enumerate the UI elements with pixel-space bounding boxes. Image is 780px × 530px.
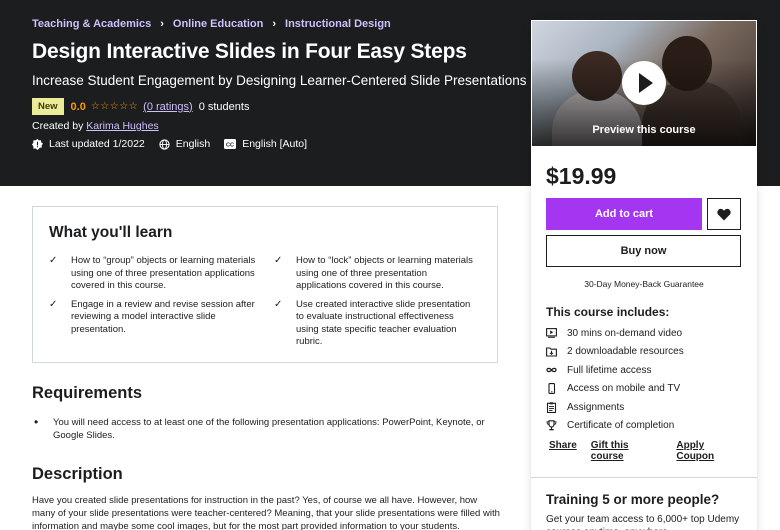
- breadcrumb-item-teaching[interactable]: Teaching & Academics: [32, 18, 151, 30]
- breadcrumb-item-instructional-design[interactable]: Instructional Design: [285, 18, 391, 30]
- learn-item-text: How to “group” objects or learning mater…: [71, 255, 256, 291]
- play-icon[interactable]: [622, 61, 666, 105]
- created-by-label: Created by: [32, 120, 84, 132]
- share-link[interactable]: Share: [549, 440, 577, 462]
- globe-icon: [159, 138, 170, 150]
- infinity-icon: [546, 368, 557, 373]
- captions-text: English [Auto]: [242, 138, 308, 150]
- include-label: Certificate of completion: [567, 420, 675, 432]
- divider: [531, 477, 757, 478]
- include-label: Assignments: [567, 401, 625, 413]
- bullet-icon: •: [34, 415, 39, 429]
- alert-badge-icon: [32, 138, 43, 150]
- chevron-right-icon: ›: [160, 18, 164, 30]
- check-icon: ✓: [274, 298, 283, 310]
- include-label: 30 mins on-demand video: [567, 327, 683, 339]
- check-icon: ✓: [49, 255, 58, 266]
- training-text: Get your team access to 6,000+ top Udemy…: [546, 514, 740, 530]
- learn-item-text: Engage in a review and revise session af…: [71, 298, 255, 335]
- course-price: $19.99: [546, 163, 617, 189]
- description-text: Have you created slide presentations for…: [32, 495, 500, 530]
- check-icon: ✓: [274, 255, 283, 266]
- description-title: Description: [32, 465, 123, 483]
- last-updated: Last updated 1/2022: [32, 138, 145, 150]
- breadcrumb-item-online-education[interactable]: Online Education: [173, 18, 263, 30]
- include-label: 2 downloadable resources: [567, 346, 684, 358]
- purchase-sidebar: Preview this course $19.99 Add to cart B…: [531, 20, 757, 530]
- includes-title: This course includes:: [546, 305, 670, 319]
- rating-value: 0.0: [70, 100, 86, 113]
- star-rating-icon: ☆☆☆☆☆: [90, 101, 139, 112]
- requirement-text: You will need access to at least one of …: [53, 417, 485, 441]
- requirements-title: Requirements: [32, 384, 143, 402]
- check-icon: ✓: [49, 298, 58, 310]
- list-item: ✓ Engage in a review and revise session …: [49, 299, 274, 349]
- instructor-link[interactable]: Karima Hughes: [86, 120, 158, 132]
- closed-captions-icon: CC: [224, 139, 237, 149]
- apply-coupon-link[interactable]: Apply Coupon: [676, 440, 743, 462]
- course-subtitle: Increase Student Engagement by Designing…: [32, 73, 527, 88]
- include-label: Full lifetime access: [567, 364, 652, 376]
- list-item: Full lifetime access: [546, 361, 684, 380]
- assignment-icon: [546, 402, 557, 413]
- list-item: ✓ Use created interactive slide presenta…: [274, 299, 489, 349]
- list-item: 2 downloadable resources: [546, 343, 684, 362]
- gift-course-link[interactable]: Gift this course: [591, 440, 663, 462]
- captions: CC English [Auto]: [224, 138, 307, 150]
- trophy-icon: [546, 420, 557, 431]
- course-meta: Last updated 1/2022 English CC English […: [32, 138, 321, 150]
- list-item: Certificate of completion: [546, 417, 684, 436]
- video-icon: [546, 328, 557, 339]
- list-item: • You will need access to at least one o…: [32, 416, 502, 442]
- list-item: 30 mins on-demand video: [546, 324, 684, 343]
- students-count: 0 students: [198, 100, 250, 113]
- ratings-count-link[interactable]: (0 ratings): [143, 101, 193, 113]
- learn-item-text: Use created interactive slide presentati…: [296, 298, 471, 348]
- money-back-guarantee: 30-Day Money-Back Guarantee: [584, 279, 704, 289]
- svg-text:CC: CC: [226, 142, 234, 148]
- rating-row: New 0.0 ☆☆☆☆☆ (0 ratings) 0 students: [32, 98, 249, 115]
- requirements-list: • You will need access to at least one o…: [32, 416, 502, 442]
- learn-title: What you'll learn: [49, 224, 173, 241]
- course-preview-video[interactable]: Preview this course: [532, 21, 756, 146]
- language-text: English: [175, 138, 211, 150]
- chevron-right-icon: ›: [272, 18, 277, 30]
- list-item: ✓ How to “lock” objects or learning mate…: [274, 255, 489, 293]
- last-updated-text: Last updated 1/2022: [49, 138, 145, 150]
- list-item: Access on mobile and TV: [546, 380, 684, 399]
- learn-item-text: How to “lock” objects or learning materi…: [296, 255, 473, 291]
- buy-now-button[interactable]: Buy now: [546, 235, 741, 267]
- list-item: Assignments: [546, 398, 684, 417]
- breadcrumb: Teaching & Academics › Online Education …: [32, 18, 391, 30]
- list-item: ✓ How to “group” objects or learning mat…: [49, 255, 274, 293]
- download-folder-icon: [546, 347, 557, 357]
- learn-list: ✓ How to “group” objects or learning mat…: [49, 255, 489, 349]
- include-label: Access on mobile and TV: [567, 383, 681, 395]
- what-you-will-learn: What you'll learn ✓ How to “group” objec…: [32, 206, 498, 363]
- course-title: Design Interactive Slides in Four Easy S…: [32, 40, 467, 63]
- preview-label: Preview this course: [592, 124, 696, 136]
- mobile-icon: [548, 383, 556, 395]
- add-to-cart-button[interactable]: Add to cart: [546, 198, 702, 230]
- sidebar-links: Share Gift this course Apply Coupon: [549, 440, 757, 462]
- created-by: Created by Karima Hughes: [32, 120, 159, 132]
- language: English: [159, 138, 210, 150]
- includes-list: 30 mins on-demand video 2 downloadable r…: [546, 324, 684, 435]
- training-title: Training 5 or more people?: [546, 492, 720, 507]
- new-badge: New: [32, 98, 64, 115]
- wishlist-button[interactable]: [707, 198, 741, 230]
- heart-icon: [717, 208, 731, 220]
